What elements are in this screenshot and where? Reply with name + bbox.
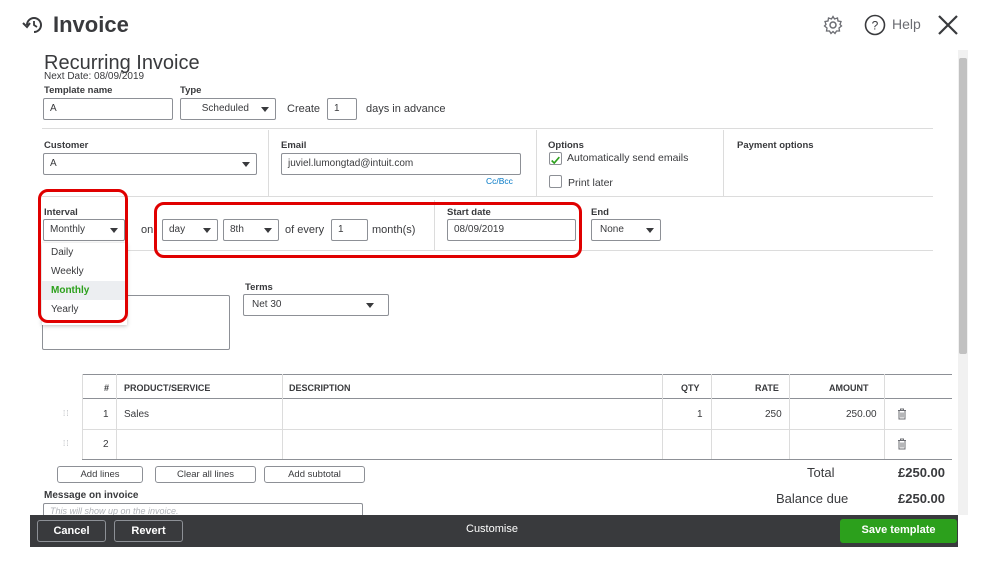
type-select-value: Scheduled	[201, 103, 249, 114]
terms-label: Terms	[245, 282, 273, 293]
trash-icon[interactable]	[897, 408, 907, 420]
save-template-button[interactable]: Save template	[840, 519, 957, 543]
row-num: 2	[103, 439, 109, 450]
cancel-button[interactable]: Cancel	[37, 520, 106, 542]
close-icon[interactable]	[935, 12, 961, 38]
type-label: Type	[180, 85, 202, 96]
auto-send-text: Automatically send emails	[567, 152, 689, 164]
auto-send-label: Automatically send emails	[567, 152, 717, 164]
balance-due-label: Balance due	[776, 491, 849, 506]
cc-bcc-link[interactable]: Cc/Bcc	[486, 176, 513, 186]
recurring-history-icon	[22, 17, 42, 33]
table-bottom-border	[82, 459, 952, 460]
total-label: Total	[807, 465, 835, 480]
row-rate[interactable]: 250	[765, 409, 782, 420]
revert-button[interactable]: Revert	[114, 520, 183, 542]
create-label: Create	[287, 103, 321, 115]
message-placeholder: This will show up on the invoice.	[50, 506, 179, 515]
add-subtotal-button[interactable]: Add subtotal	[264, 466, 365, 483]
col-qty-header: QTY	[681, 383, 700, 393]
trash-icon[interactable]	[897, 438, 907, 450]
message-label: Message on invoice	[44, 490, 139, 501]
divider	[42, 196, 933, 197]
schedule-highlight	[154, 202, 582, 258]
chevron-down-icon	[366, 303, 374, 308]
days-in-advance-label: days in advance	[366, 103, 446, 115]
chevron-down-icon	[646, 228, 654, 233]
drag-handle-icon[interactable]: ⁞⁞	[63, 439, 69, 448]
clear-all-lines-button[interactable]: Clear all lines	[155, 466, 256, 483]
drag-handle-icon[interactable]: ⁞⁞	[63, 409, 69, 418]
end-select-value: None	[600, 224, 624, 235]
chevron-down-icon	[261, 107, 269, 112]
table-row[interactable]	[82, 399, 952, 429]
divider	[268, 130, 269, 196]
print-later-label: Print later	[568, 177, 613, 189]
col-product-header: PRODUCT/SERVICE	[124, 383, 211, 393]
payment-options-label: Payment options	[737, 140, 814, 151]
type-select[interactable]: Scheduled	[180, 98, 276, 120]
divider	[536, 130, 537, 196]
options-label: Options	[548, 140, 584, 151]
create-days-input[interactable]: 1	[327, 98, 357, 120]
email-input[interactable]: juviel.lumongtad@intuit.com	[281, 153, 521, 175]
customer-select[interactable]: A	[43, 153, 257, 175]
col-description-header: DESCRIPTION	[289, 383, 351, 393]
divider	[42, 128, 933, 129]
help-icon[interactable]: ?	[864, 14, 886, 36]
template-name-label: Template name	[44, 85, 113, 96]
table-top-border	[82, 374, 952, 375]
row-qty[interactable]: 1	[697, 409, 703, 420]
svg-text:?: ?	[872, 19, 879, 33]
checkmark-icon	[551, 156, 560, 165]
col-amount-header: AMOUNT	[829, 383, 869, 393]
col-rate-header: RATE	[755, 383, 779, 393]
total-value: £250.00	[898, 465, 945, 480]
email-label: Email	[281, 140, 307, 151]
customer-select-value: A	[50, 158, 57, 169]
scrollbar-thumb[interactable]	[959, 58, 967, 354]
next-date: Next Date: 08/09/2019	[44, 71, 145, 82]
row-num: 1	[103, 409, 109, 420]
auto-send-checkbox[interactable]	[549, 152, 562, 165]
table-row[interactable]	[82, 430, 952, 460]
customer-label: Customer	[44, 140, 89, 151]
title-bar	[0, 0, 999, 50]
end-select[interactable]: None	[591, 219, 661, 241]
divider	[723, 130, 724, 196]
add-lines-button[interactable]: Add lines	[57, 466, 143, 483]
interval-highlight	[38, 189, 128, 323]
message-textarea[interactable]: This will show up on the invoice.	[43, 503, 363, 515]
customise-link[interactable]: Customise	[466, 523, 518, 535]
print-later-checkbox[interactable]	[549, 175, 562, 188]
balance-due-value: £250.00	[898, 491, 945, 506]
col-num-header: #	[104, 383, 110, 393]
terms-select[interactable]: Net 30	[243, 294, 389, 316]
help-link[interactable]: Help	[892, 16, 921, 32]
chevron-down-icon	[242, 162, 250, 167]
gear-icon[interactable]	[823, 15, 843, 35]
terms-select-value: Net 30	[252, 299, 282, 310]
end-label: End	[591, 207, 609, 218]
row-product[interactable]: Sales	[124, 409, 149, 420]
on-label: on	[141, 224, 154, 236]
page-title: Invoice	[53, 12, 129, 37]
template-name-input[interactable]: A	[43, 98, 173, 120]
row-amount[interactable]: 250.00	[846, 409, 877, 420]
